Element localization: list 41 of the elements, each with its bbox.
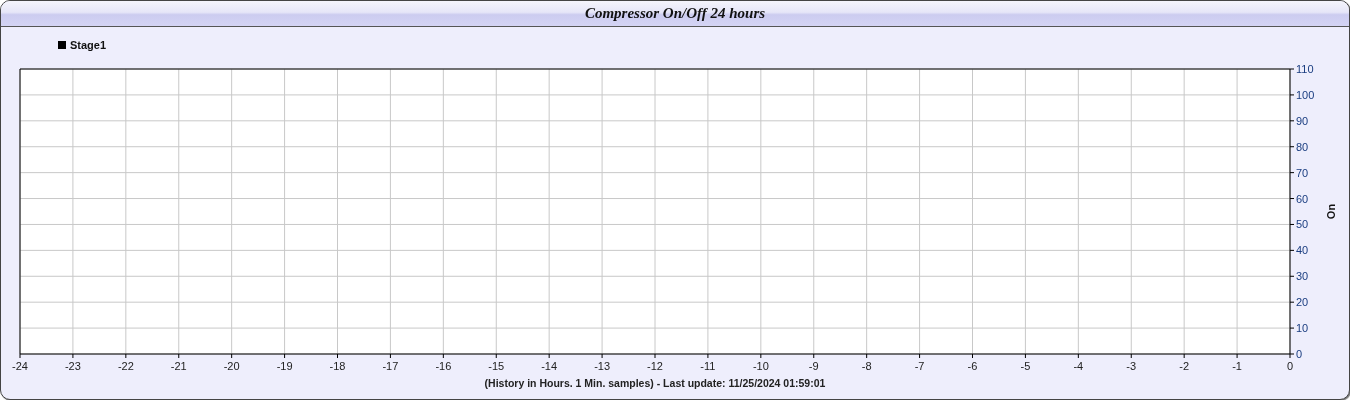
y-tick-label: 10 (1296, 322, 1309, 335)
x-tick-label: -14 (541, 360, 558, 372)
x-tick-label: -10 (752, 360, 769, 372)
y-tick-label: 0 (1296, 348, 1303, 360)
x-tick-label: -17 (382, 360, 399, 372)
y-tick-label: 30 (1296, 270, 1309, 283)
x-tick-label: 0 (1286, 360, 1294, 372)
x-tick-label: -23 (64, 360, 81, 372)
x-tick-label: -5 (1020, 360, 1031, 372)
x-tick-label: -6 (967, 360, 978, 372)
y-tick-label: 40 (1296, 244, 1309, 257)
x-tick-label: -8 (861, 360, 872, 372)
y-tick-label: 70 (1296, 166, 1309, 179)
x-tick-label: -21 (170, 360, 187, 372)
x-tick-label: -4 (1073, 360, 1084, 372)
x-tick-label: -11 (700, 360, 716, 372)
y-axis-title: On (1325, 203, 1337, 220)
x-tick-label: -24 (12, 360, 28, 372)
y-tick-label: 100 (1296, 88, 1315, 101)
y-tick-label: 110 (1296, 63, 1314, 75)
x-tick-label: -16 (435, 360, 452, 372)
x-tick-label: -15 (488, 360, 505, 372)
x-tick-label: -1 (1232, 360, 1242, 372)
x-tick-label: -13 (594, 360, 611, 372)
x-tick-label: -18 (329, 360, 346, 372)
x-tick-label: -7 (914, 360, 925, 372)
x-tick-label: -12 (647, 360, 663, 372)
x-tick-label: -20 (223, 360, 240, 372)
x-tick-label: -3 (1126, 360, 1137, 372)
x-tick-label: -22 (117, 360, 134, 372)
chart-title: Compressor On/Off 24 hours (584, 5, 766, 22)
x-tick-label: -19 (276, 360, 293, 372)
x-tick-label: -2 (1179, 360, 1190, 372)
legend-label: Stage1 (70, 38, 107, 51)
y-tick-label: 80 (1296, 140, 1309, 153)
y-tick-label: 60 (1296, 192, 1309, 205)
y-tick-label: 50 (1296, 218, 1309, 231)
x-tick-label: -9 (808, 360, 819, 372)
y-tick-label: 90 (1296, 114, 1309, 127)
x-axis-title: (History in Hours. 1 Min. samples) - Last update: 11/25/2024 01:59:01 (484, 377, 826, 389)
y-tick-label: 20 (1296, 296, 1309, 309)
